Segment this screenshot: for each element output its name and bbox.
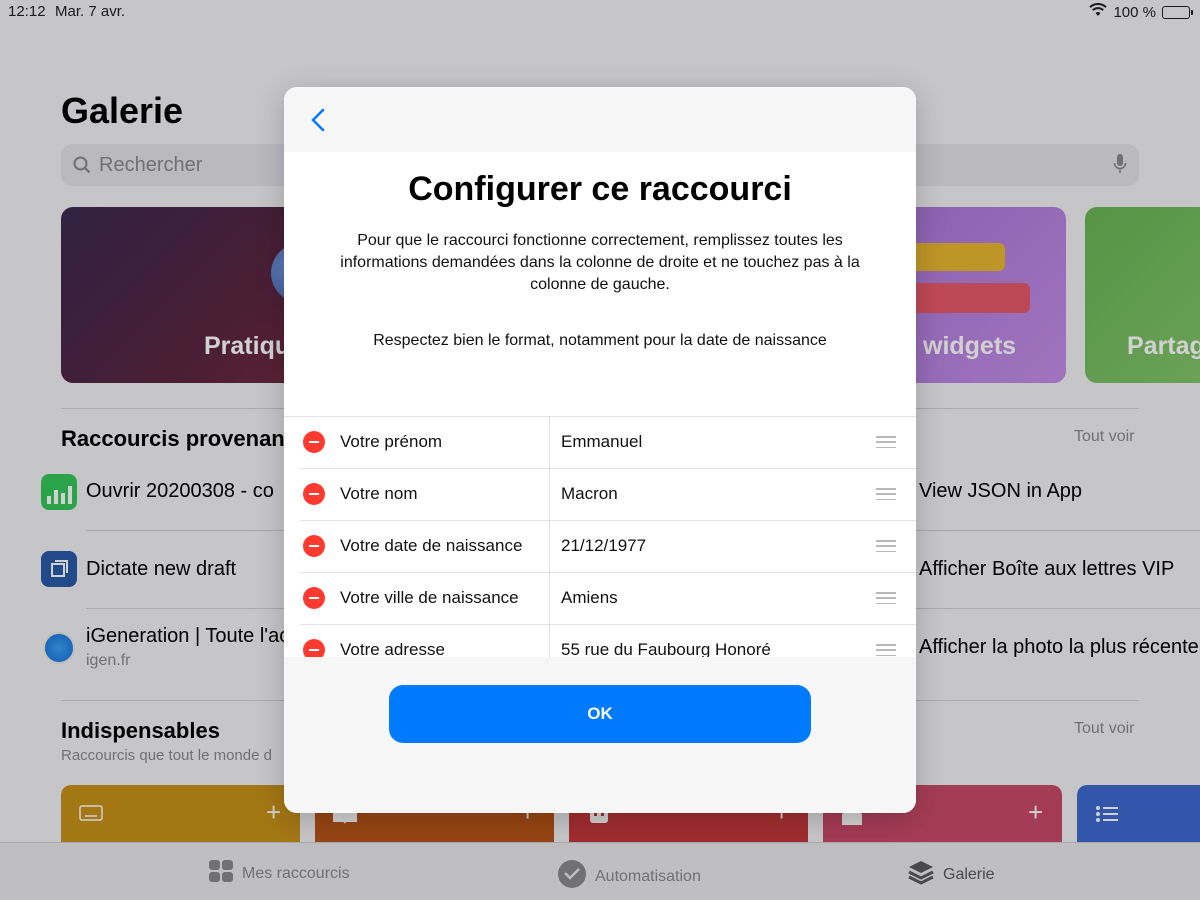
remove-icon[interactable] [303, 535, 325, 557]
remove-icon[interactable] [303, 587, 325, 609]
remove-icon[interactable] [303, 483, 325, 505]
row-value-field[interactable]: 21/12/1977 [561, 536, 646, 556]
column-divider [549, 417, 550, 469]
modal-description: Pour que le raccourci fonctionne correct… [340, 232, 860, 293]
table-row: Votre adresse 55 rue du Faubourg Honoré [284, 625, 916, 657]
chevron-left-icon [311, 108, 325, 132]
row-value-field[interactable]: Emmanuel [561, 432, 642, 452]
row-label: Votre nom [340, 484, 418, 503]
column-divider [549, 469, 550, 521]
drag-handle-icon[interactable] [876, 436, 896, 448]
ok-button[interactable]: OK [389, 685, 811, 743]
drag-handle-icon[interactable] [876, 644, 896, 656]
drag-handle-icon[interactable] [876, 488, 896, 500]
row-label: Votre ville de naissance [340, 588, 519, 607]
row-value-field[interactable]: 55 rue du Faubourg Honoré [561, 640, 771, 657]
drag-handle-icon[interactable] [876, 540, 896, 552]
configure-shortcut-modal: Configurer ce raccourci Pour que le racc… [284, 87, 916, 813]
table-row: Votre date de naissance 21/12/1977 [284, 521, 916, 573]
config-table: Votre prénom Emmanuel Votre nom Macron V… [284, 416, 916, 657]
modal-footer: OK [284, 657, 916, 813]
row-label: Votre date de naissance [340, 536, 523, 555]
drag-handle-icon[interactable] [876, 592, 896, 604]
row-value-field[interactable]: Amiens [561, 588, 618, 608]
remove-icon[interactable] [303, 639, 325, 657]
row-value-field[interactable]: Macron [561, 484, 618, 504]
column-divider [549, 625, 550, 657]
modal-title: Configurer ce raccourci [408, 170, 792, 208]
column-divider [549, 521, 550, 573]
column-divider [549, 573, 550, 625]
remove-icon[interactable] [303, 431, 325, 453]
modal-header [284, 87, 916, 152]
row-label: Votre prénom [340, 432, 443, 451]
back-button[interactable] [306, 105, 330, 135]
modal-note: Respectez bien le format, notamment pour… [373, 332, 827, 349]
table-row: Votre nom Macron [284, 469, 916, 521]
table-row: Votre prénom Emmanuel [284, 417, 916, 469]
row-label: Votre adresse [340, 640, 445, 657]
table-row: Votre ville de naissance Amiens [284, 573, 916, 625]
